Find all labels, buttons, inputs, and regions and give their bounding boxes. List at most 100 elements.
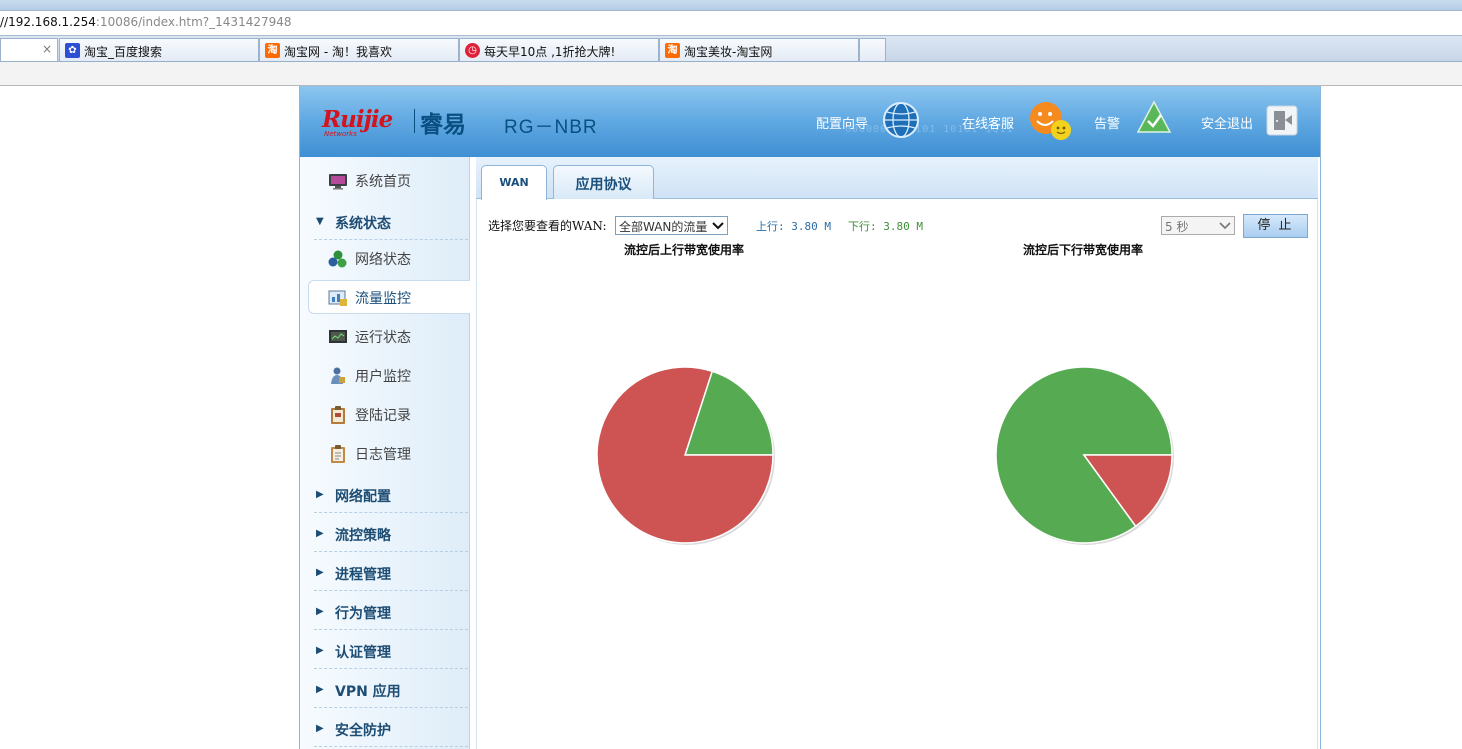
sidebar-group-label: 行为管理 [335,606,391,622]
taobao-icon: 淘 [665,43,680,58]
browser-tab-baidu[interactable]: ✿ 淘宝_百度搜索 [59,38,259,61]
logo-brand-cn: 睿易 [420,112,466,138]
logout-door-icon[interactable] [1266,105,1298,136]
close-icon[interactable]: × [42,42,52,56]
sidebar-group-behavior-management[interactable]: ▶ 行为管理 [314,602,468,630]
caret-right-icon: ▶ [316,528,324,539]
browser-tab-sale[interactable]: ◷ 每天早10点 ,1折抢大牌! [459,38,659,61]
sidebar-group-system-status[interactable]: ▼ 系统状态 [314,212,468,240]
refresh-interval-select[interactable]: 5 秒 [1161,216,1235,235]
network-balls-icon [328,250,347,268]
sidebar-item-label: 登陆记录 [355,408,411,424]
upload-chart-title: 流控后上行带宽使用率 [623,243,744,257]
download-chart-title: 流控后下行带宽使用率 [1022,243,1143,257]
sidebar-group-process-management[interactable]: ▶ 进程管理 [314,563,468,591]
baidu-paw-icon: ✿ [65,43,80,58]
main-content: WAN 应用协议 选择您要查看的WAN: 全部WAN的流量 上行: 3.80 M… [476,157,1318,749]
sidebar-group-auth-management[interactable]: ▶ 认证管理 [314,641,468,669]
toolbar-strip [0,62,1462,86]
tab-label: 每天早10点 ,1折抢大牌! [484,45,616,59]
sidebar-group-security[interactable]: ▶ 安全防护 [314,719,468,747]
taobao-icon: 淘 [265,43,280,58]
sidebar-item-traffic-monitor[interactable]: 流量监控 [308,280,470,314]
sidebar-group-label: 系统状态 [335,216,391,232]
stop-button[interactable]: 停 止 [1243,214,1308,238]
wan-select-value: 全部WAN的流量 [619,220,708,234]
tab-app-protocol[interactable]: 应用协议 [553,165,654,199]
ruijie-logo: Ruijie Networks 睿易 [322,106,477,140]
alarm-triangle-icon[interactable] [1136,100,1172,134]
sidebar-item-user-monitor[interactable]: 用户监控 [328,365,468,395]
clipboard-list-icon [331,445,345,463]
globe-icon[interactable] [882,101,920,139]
chevron-down-icon [1219,222,1231,230]
logo-divider [414,109,415,133]
browser-tab-current[interactable]: × [0,38,58,61]
router-admin-app: 0000001 10101 10101 1Q11 Ruijie Networks… [299,86,1321,749]
sidebar-item-log-management[interactable]: 日志管理 [328,443,468,473]
address-bar[interactable]: //192.168.1.254:10086/index.htm?_1431427… [0,11,1462,36]
config-wizard-link[interactable]: 配置向导 [816,113,868,132]
terminal-icon [329,330,347,343]
upload-pie-chart [596,366,775,545]
sidebar-group-label: 网络配置 [335,489,391,505]
address-host: //192.168.1.254 [0,15,96,29]
product-name: RG－NBR [504,117,598,138]
sidebar-item-home[interactable]: 系统首页 [328,170,468,200]
sidebar: 系统首页 ▼ 系统状态 网络状态 流量监控 运行状态 用户监控 登陆记录 日志管… [300,157,470,749]
tab-label: 淘宝美妆-淘宝网 [684,45,773,59]
caret-right-icon: ▶ [316,645,324,656]
wan-select-label: 选择您要查看的WAN: [488,219,607,233]
download-rate: 下行: 3.80 M [848,220,923,233]
sidebar-item-label: 流量监控 [355,291,411,307]
sidebar-item-label: 系统首页 [355,174,411,190]
window-top-strip [0,0,1462,11]
logo-brand-sub: Networks [324,130,357,138]
sidebar-group-label: 进程管理 [335,567,391,583]
sidebar-item-login-records[interactable]: 登陆记录 [328,404,468,434]
caret-right-icon: ▶ [316,567,324,578]
sidebar-item-network-status[interactable]: 网络状态 [328,248,468,278]
user-icon [331,367,345,384]
clock-icon: ◷ [465,43,480,58]
tab-label: 淘宝_百度搜索 [84,45,163,59]
sidebar-group-label: 流控策略 [335,528,391,544]
monitor-icon [329,174,347,190]
new-tab-button[interactable] [859,38,886,61]
sidebar-item-label: 网络状态 [355,252,411,268]
address-path: :10086/index.htm?_1431427948 [95,15,292,29]
tab-wan[interactable]: WAN [481,165,547,200]
download-pie-chart [995,366,1174,545]
caret-down-icon: ▼ [316,216,324,227]
tab-label: 淘宝网 - 淘！我喜欢 [284,45,392,59]
browser-tab-bar: × ✿ 淘宝_百度搜索 淘 淘宝网 - 淘！我喜欢 ◷ 每天早10点 ,1折抢大… [0,36,1462,62]
app-header: 0000001 10101 10101 1Q11 Ruijie Networks… [300,86,1320,157]
upload-rate: 上行: 3.80 M [756,220,831,233]
sidebar-group-label: 安全防护 [335,723,391,739]
refresh-interval-value: 5 秒 [1165,220,1189,234]
logout-link[interactable]: 安全退出 [1201,113,1253,132]
caret-right-icon: ▶ [316,723,324,734]
caret-right-icon: ▶ [316,489,324,500]
browser-tab-taobao[interactable]: 淘 淘宝网 - 淘！我喜欢 [259,38,459,61]
caret-right-icon: ▶ [316,684,324,695]
wan-select[interactable]: 全部WAN的流量 [615,216,728,235]
alarm-link[interactable]: 告警 [1094,113,1120,132]
smiley-icon[interactable] [1028,100,1074,142]
browser-tab-beauty[interactable]: 淘 淘宝美妆-淘宝网 [659,38,859,61]
sidebar-item-label: 运行状态 [355,330,411,346]
sidebar-group-vpn[interactable]: ▶ VPN 应用 [314,680,468,708]
content-tabs: WAN 应用协议 [476,157,1318,200]
sidebar-group-network-config[interactable]: ▶ 网络配置 [314,485,468,513]
traffic-chart-icon [328,290,347,306]
sidebar-group-flow-policy[interactable]: ▶ 流控策略 [314,524,468,552]
clipboard-icon [331,406,345,424]
sidebar-item-label: 用户监控 [355,369,411,385]
chevron-down-icon [712,222,724,230]
online-support-link[interactable]: 在线客服 [962,113,1014,132]
logo-brand: Ruijie [322,106,393,133]
sidebar-group-label: 认证管理 [335,645,391,661]
sidebar-item-run-status[interactable]: 运行状态 [328,326,468,356]
sidebar-group-label: VPN 应用 [335,684,401,700]
sidebar-item-label: 日志管理 [355,447,411,463]
